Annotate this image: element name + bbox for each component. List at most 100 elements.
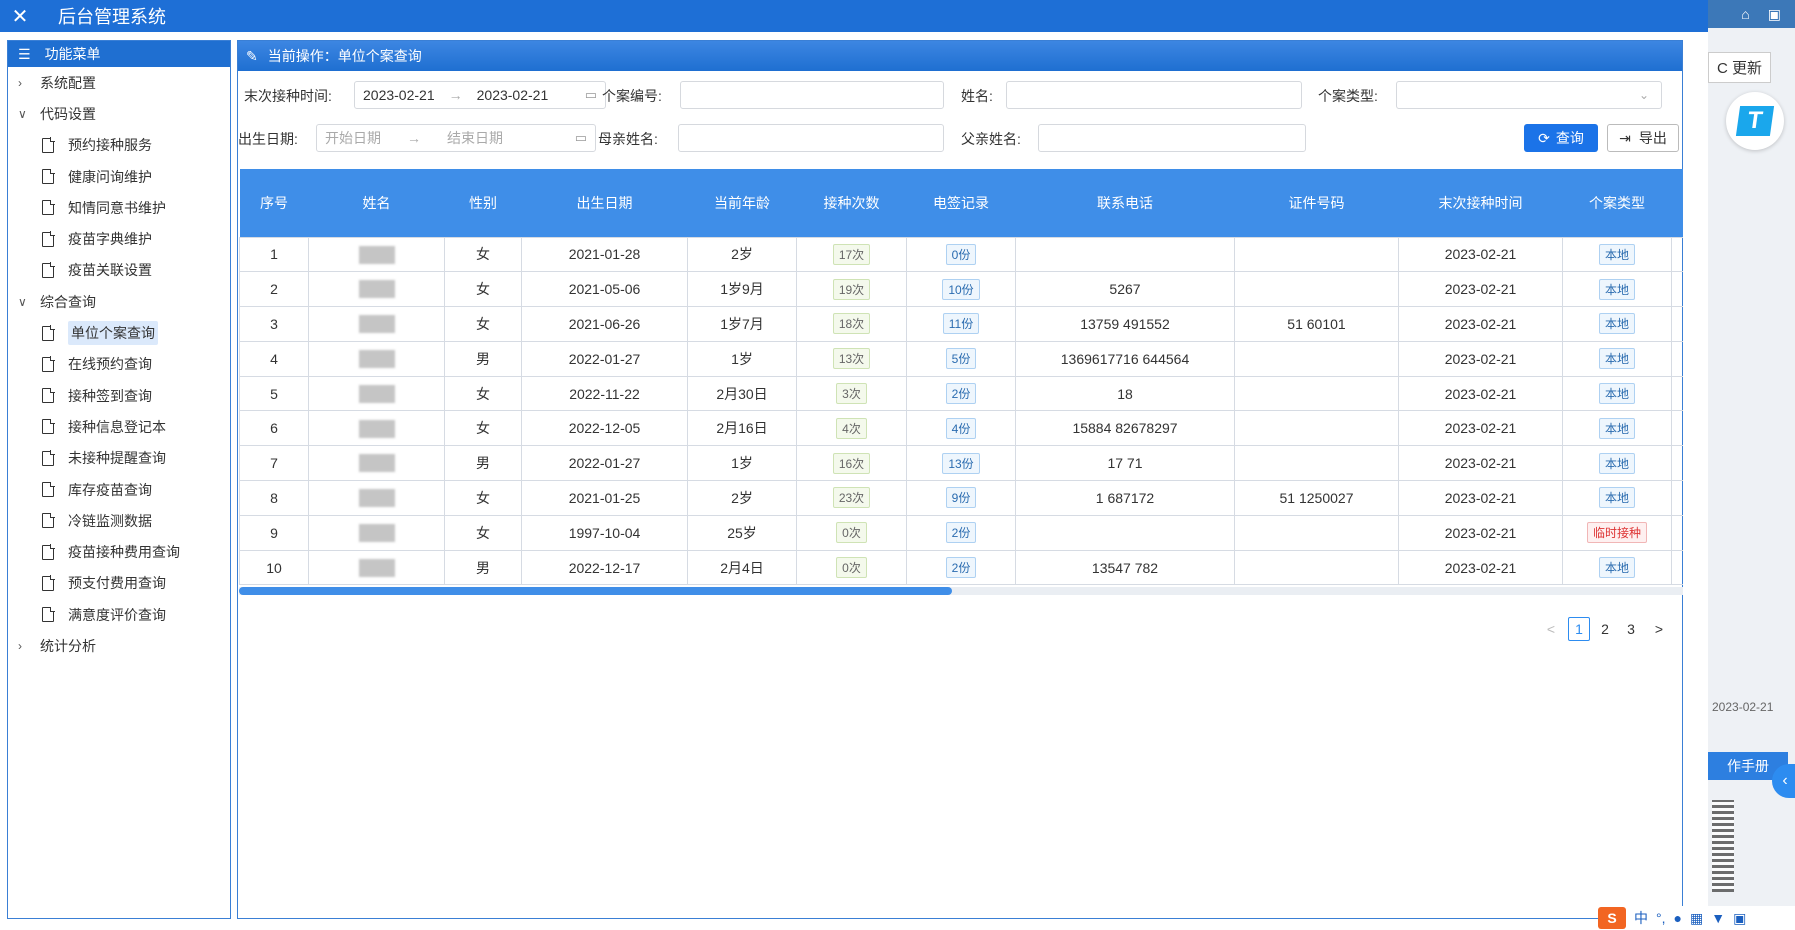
menu-item[interactable]: 接种信息登记本	[8, 411, 230, 442]
menu-item[interactable]: 未接种提醒查询	[8, 443, 230, 474]
grid-icon[interactable]: ▣	[1733, 910, 1746, 927]
column-header[interactable]: 当前年龄	[687, 169, 797, 237]
horizontal-scrollbar[interactable]	[239, 587, 1683, 595]
table-row[interactable]: 4 男 2022-01-27 1岁 13次 5份 1369617716 644564 2023…	[239, 340, 1683, 377]
ime-toolbar: S 中 °, ● ▦ ▼ ▣	[1598, 906, 1795, 930]
cell-type: 本地	[1562, 375, 1672, 412]
column-header[interactable]: 证件号码	[1234, 169, 1399, 237]
cell-last: 2023-02-21	[1398, 410, 1563, 447]
table-row[interactable]: 6 女 2022-12-05 2月16日 4次 4份 15884 82678297 2023-…	[239, 410, 1683, 447]
sign-tag[interactable]: 2份	[945, 383, 977, 405]
column-header[interactable]: 性别	[444, 169, 522, 237]
column-header[interactable]: 个案类型	[1562, 169, 1672, 237]
sign-tag[interactable]: 11份	[942, 313, 980, 335]
menu-item-label: 预支付费用查询	[68, 575, 166, 592]
cell-no: 1	[239, 236, 309, 273]
punctuation-icon[interactable]: °,	[1656, 910, 1666, 926]
query-button[interactable]: ⟳ 查询	[1524, 124, 1598, 152]
mother-input[interactable]	[678, 124, 944, 152]
column-header[interactable]: 末次接种时间	[1398, 169, 1563, 237]
cell-age: 2月30日	[687, 375, 797, 412]
table-row[interactable]: 7 男 2022-01-27 1岁 16次 13份 17 71 2023-02-21 本地	[239, 445, 1683, 482]
cell-birth: 2022-12-05	[521, 410, 688, 447]
table-row[interactable]: 1 女 2021-01-28 2岁 17次 0份 2023-02-21 本地	[239, 236, 1683, 273]
case-no-input[interactable]	[680, 81, 944, 109]
sign-tag[interactable]: 2份	[945, 557, 977, 579]
menu-item[interactable]: 冷链监测数据	[8, 505, 230, 536]
cell-sign: 2份	[906, 549, 1016, 586]
menu-group[interactable]: ∨ 代码设置	[8, 98, 230, 129]
cell-id	[1234, 549, 1399, 586]
table-row[interactable]: 5 女 2022-11-22 2月30日 3次 2份 18 2023-02-21 本地	[239, 375, 1683, 412]
sign-tag[interactable]: 10份	[942, 278, 980, 300]
update-button[interactable]: C 更新	[1708, 52, 1772, 83]
last-vacc-range[interactable]: 2023-02-21 → 2023-02-21 ▭	[354, 81, 606, 109]
menu-item[interactable]: 知情同意书维护	[8, 192, 230, 223]
column-header[interactable]: 接种次数	[796, 169, 907, 237]
ime-logo-icon[interactable]: S	[1598, 907, 1626, 929]
father-input[interactable]	[1038, 124, 1306, 152]
cell-no: 10	[239, 549, 309, 586]
sign-tag[interactable]: 9份	[945, 487, 977, 509]
column-header[interactable]: 姓名	[308, 169, 445, 237]
page-number[interactable]: 3	[1620, 617, 1642, 641]
menu-item-label: 疫苗关联设置	[68, 262, 152, 279]
menu-item[interactable]: 库存疫苗查询	[8, 474, 230, 505]
last-vacc-end: 2023-02-21	[476, 87, 549, 103]
menu-item[interactable]: 健康问询维护	[8, 161, 230, 192]
keyboard-icon[interactable]: ▦	[1690, 910, 1703, 927]
window-icon[interactable]: ▣	[1768, 6, 1781, 23]
menu-item-label: 冷链监测数据	[68, 512, 152, 529]
sign-tag[interactable]: 13份	[942, 452, 980, 474]
table-row[interactable]: 10 男 2022-12-17 2月4日 0次 2份 13547 782 2023-02-21…	[239, 549, 1683, 586]
scrollbar-thumb[interactable]	[239, 587, 952, 595]
export-button[interactable]: ⇥ 导出	[1607, 124, 1679, 152]
menu-item[interactable]: 单位个案查询	[8, 317, 230, 348]
home-icon[interactable]: ⌂	[1741, 6, 1749, 22]
prev-page-icon[interactable]: <	[1540, 617, 1562, 641]
filter-row-2: 出生日期: 开始日期 → 结束日期 ▭ 母亲姓名: 父亲姓名: ⟳ 查询 ⇥ 导…	[238, 122, 1682, 156]
cell-age: 2岁	[687, 480, 797, 516]
page-number[interactable]: 2	[1594, 617, 1616, 641]
cell-age: 2月4日	[687, 549, 797, 586]
collapse-handle-icon[interactable]: ‹	[1772, 764, 1795, 798]
sign-tag[interactable]: 4份	[945, 417, 977, 439]
sign-tag[interactable]: 5份	[945, 348, 977, 370]
menu-item[interactable]: 在线预约查询	[8, 349, 230, 380]
column-header[interactable]: 出生日期	[521, 169, 688, 237]
cell-birth: 2022-01-27	[521, 340, 688, 377]
document-icon	[42, 262, 55, 278]
skin-icon[interactable]: ▼	[1711, 910, 1725, 926]
menu-group[interactable]: ∨ 综合查询	[8, 286, 230, 317]
menu-item[interactable]: 预支付费用查询	[8, 568, 230, 599]
menu-item[interactable]: 疫苗接种费用查询	[8, 536, 230, 567]
column-header[interactable]: 电签记录	[906, 169, 1016, 237]
type-tag: 本地	[1598, 557, 1635, 579]
table-row[interactable]: 8 女 2021-01-25 2岁 23次 9份 1 687172 51 1250027 202…	[239, 480, 1683, 516]
microphone-icon[interactable]: ●	[1674, 910, 1682, 926]
redacted-name	[358, 349, 395, 368]
next-page-icon[interactable]: >	[1648, 617, 1670, 641]
menu-group[interactable]: › 统计分析	[8, 630, 230, 661]
menu-item[interactable]: 预约接种服务	[8, 130, 230, 161]
table-row[interactable]: 2 女 2021-05-06 1岁9月 19次 10份 5267 2023-02-21 本地	[239, 271, 1683, 308]
birth-range[interactable]: 开始日期 → 结束日期 ▭	[316, 124, 596, 152]
sign-tag[interactable]: 0份	[945, 243, 977, 265]
menu-item[interactable]: 疫苗字典维护	[8, 223, 230, 254]
column-header[interactable]: 联系电话	[1015, 169, 1235, 237]
page-number[interactable]: 1	[1568, 617, 1590, 641]
app-logo-icon[interactable]: T	[1726, 92, 1784, 150]
menu-item[interactable]: 疫苗关联设置	[8, 255, 230, 286]
menu-item[interactable]: 满意度评价查询	[8, 599, 230, 630]
column-header[interactable]: 序号	[239, 169, 309, 237]
menu-group[interactable]: › 系统配置	[8, 67, 230, 98]
close-icon[interactable]: ✕	[0, 4, 40, 29]
table-row[interactable]: 3 女 2021-06-26 1岁7月 18次 11份 13759 491552 51 601…	[239, 306, 1683, 342]
cell-no: 3	[239, 306, 309, 342]
case-type-select[interactable]: ⌄	[1396, 81, 1662, 109]
menu-item[interactable]: 接种签到查询	[8, 380, 230, 411]
table-row[interactable]: 9 女 1997-10-04 25岁 0次 2份 2023-02-21 临时接种	[239, 514, 1683, 551]
name-input[interactable]	[1006, 81, 1302, 109]
sign-tag[interactable]: 2份	[945, 522, 977, 544]
ime-mode[interactable]: 中	[1634, 908, 1648, 928]
